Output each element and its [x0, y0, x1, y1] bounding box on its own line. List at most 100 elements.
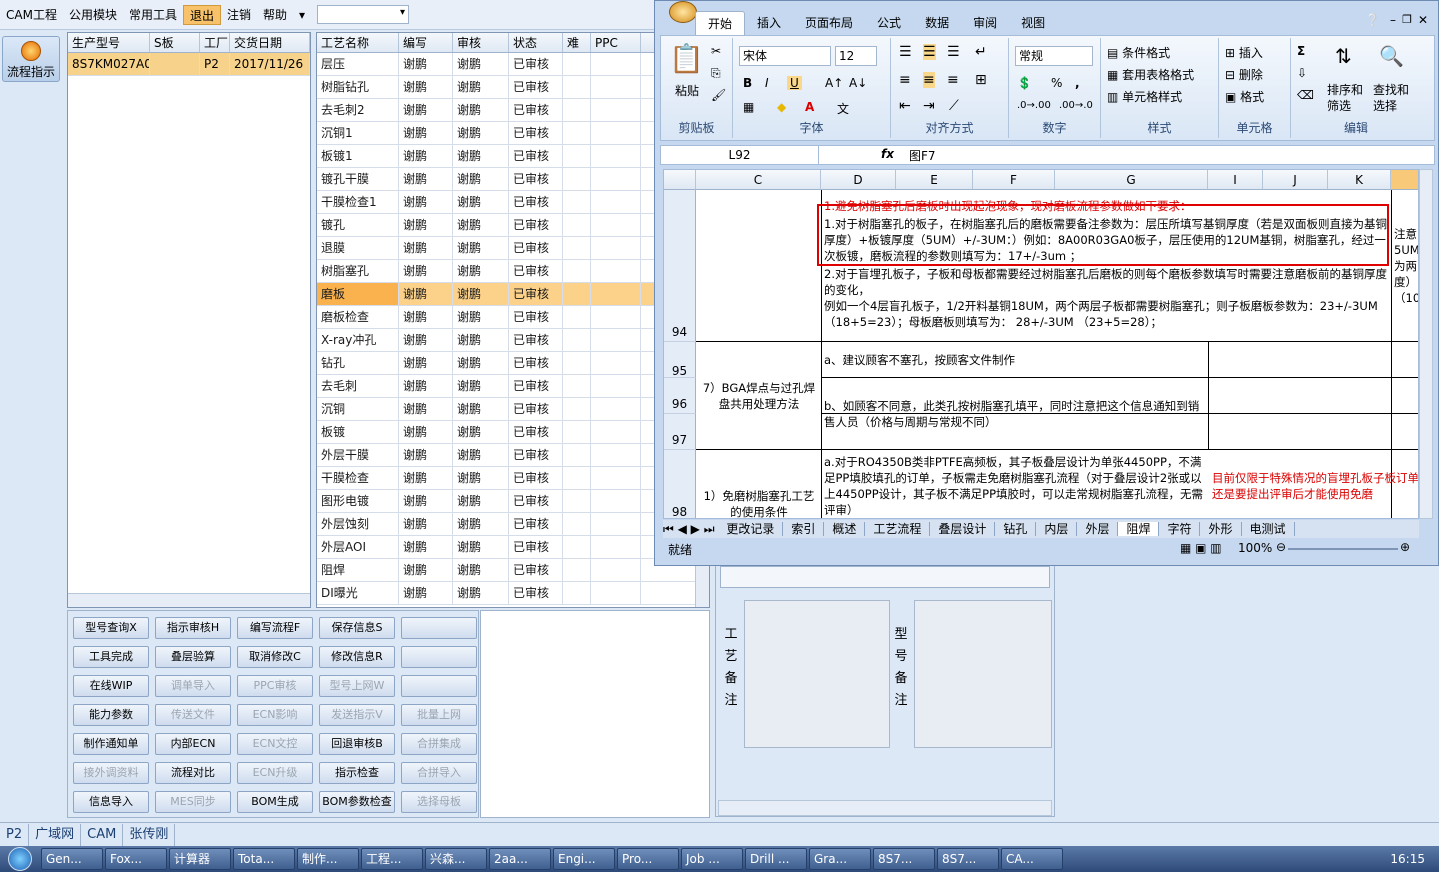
action-button-2-4[interactable] — [401, 675, 477, 697]
copy-icon[interactable]: ⎘ — [711, 66, 721, 81]
action-button-2-3[interactable]: 型号上网W — [319, 675, 395, 697]
row-header-95[interactable]: 95 — [664, 342, 696, 378]
sheet-tab-2[interactable]: 概述 — [824, 522, 866, 536]
taskbar-item-9[interactable]: Pro... — [617, 848, 679, 870]
paste-label[interactable]: 粘贴 — [675, 82, 699, 99]
process-row[interactable]: 外层AOI 谢鹏 谢鹏 已审核 — [317, 536, 709, 559]
percent-icon[interactable]: % — [1051, 76, 1062, 90]
insert-cells-button[interactable]: ⊞ 插入 — [1225, 44, 1263, 61]
action-button-5-3[interactable]: 指示检查 — [319, 762, 395, 784]
ribbon-tab-0[interactable]: 开始 — [695, 11, 746, 35]
sheet-tab-10[interactable]: 外形 — [1200, 522, 1242, 536]
action-button-5-1[interactable]: 流程对比 — [155, 762, 231, 784]
underline-icon[interactable]: U — [787, 76, 802, 90]
delete-cells-button[interactable]: ⊟ 删除 — [1225, 66, 1263, 83]
sum-icon[interactable]: Σ — [1297, 44, 1305, 58]
orientation-icon[interactable]: ⟋ — [949, 98, 959, 114]
action-button-4-4[interactable]: 合拼集成 — [401, 733, 477, 755]
process-row[interactable]: 沉铜 谢鹏 谢鹏 已审核 — [317, 398, 709, 421]
sheet-vscroll[interactable] — [1419, 169, 1433, 519]
sheet-tab-9[interactable]: 字符 — [1159, 522, 1201, 536]
process-col-header[interactable]: 编写 — [399, 33, 453, 52]
font-name-box[interactable]: 宋体 — [739, 46, 831, 66]
action-button-3-1[interactable]: 传送文件 — [155, 704, 231, 726]
process-row[interactable]: 层压 谢鹏 谢鹏 已审核 — [317, 53, 709, 76]
sort-filter-icon[interactable]: ⇅ — [1335, 44, 1352, 68]
start-button[interactable] — [0, 846, 40, 872]
process-row[interactable]: 钻孔 谢鹏 谢鹏 已审核 — [317, 352, 709, 375]
ribbon-tab-4[interactable]: 数据 — [913, 11, 961, 35]
italic-icon[interactable]: I — [765, 76, 769, 90]
taskbar-item-10[interactable]: Job ... — [681, 848, 743, 870]
process-row[interactable]: 去毛刺 谢鹏 谢鹏 已审核 — [317, 375, 709, 398]
align-left-icon[interactable]: ≡ — [899, 72, 911, 88]
action-button-1-0[interactable]: 工具完成 — [73, 646, 149, 668]
taskbar-item-12[interactable]: Gra... — [809, 848, 871, 870]
align-center-icon[interactable]: ≡ — [923, 72, 935, 88]
action-button-6-3[interactable]: BOM参数检查 — [319, 791, 395, 813]
column-header-selected[interactable] — [1391, 170, 1418, 190]
ribbon-tab-6[interactable]: 视图 — [1009, 11, 1057, 35]
action-button-0-3[interactable]: 保存信息S — [319, 617, 395, 639]
shrink-font-icon[interactable]: A↓ — [849, 76, 867, 90]
close-icon[interactable]: ✕ — [1418, 13, 1428, 27]
office-button-icon[interactable] — [669, 1, 697, 23]
indent-increase-icon[interactable]: ⇥ — [923, 98, 935, 114]
menu-item-0[interactable]: CAM工程 — [0, 5, 63, 25]
column-header-D[interactable]: D — [821, 170, 896, 190]
taskbar-item-4[interactable]: 制作... — [297, 848, 359, 870]
zoom-out-icon[interactable]: ⊖ — [1276, 540, 1286, 554]
sort-filter-label[interactable]: 排序和筛选 — [1327, 82, 1363, 114]
font-size-box[interactable]: 12 — [835, 46, 877, 66]
process-col-header[interactable]: 难 — [563, 33, 591, 52]
action-button-3-2[interactable]: ECN影响 — [237, 704, 313, 726]
action-button-0-0[interactable]: 型号查询X — [73, 617, 149, 639]
action-button-4-1[interactable]: 内部ECN — [155, 733, 231, 755]
action-button-0-1[interactable]: 指示审核H — [155, 617, 231, 639]
action-button-4-0[interactable]: 制作通知单 — [73, 733, 149, 755]
find-select-label[interactable]: 查找和选择 — [1373, 82, 1409, 114]
bottom-item-1[interactable]: 广域网 — [29, 823, 82, 846]
taskbar-item-15[interactable]: CA... — [1001, 848, 1063, 870]
product-row[interactable]: 8S7KM027A0 P2 2017/11/26 — [68, 53, 310, 76]
menu-item-2[interactable]: 常用工具 — [123, 5, 183, 25]
ribbon-tab-1[interactable]: 插入 — [745, 11, 793, 35]
bottom-item-2[interactable]: CAM — [81, 823, 124, 846]
process-row[interactable]: 镀孔干膜 谢鹏 谢鹏 已审核 — [317, 168, 709, 191]
taskbar-item-8[interactable]: Engi... — [553, 848, 615, 870]
bottom-item-3[interactable]: 张传刚 — [123, 823, 176, 846]
column-header-F[interactable]: F — [973, 170, 1055, 190]
table-format-button[interactable]: ▦ 套用表格格式 — [1107, 66, 1194, 83]
format-cells-button[interactable]: ▣ 格式 — [1225, 88, 1264, 105]
sheet-nav-icon[interactable]: ⏮ ◀ ▶ ⏭ — [663, 522, 718, 536]
row-header-98[interactable]: 98 — [664, 450, 696, 518]
taskbar-item-3[interactable]: Tota... — [233, 848, 295, 870]
help-icon[interactable]: ❔ — [1365, 13, 1380, 27]
process-row[interactable]: 外层蚀刻 谢鹏 谢鹏 已审核 — [317, 513, 709, 536]
find-select-icon[interactable]: 🔍 — [1379, 44, 1404, 68]
conditional-format-button[interactable]: ▤ 条件格式 — [1107, 44, 1170, 61]
taskbar-item-14[interactable]: 8S7... — [937, 848, 999, 870]
taskbar-item-1[interactable]: Fox... — [105, 848, 167, 870]
number-format-box[interactable]: 常规 — [1015, 46, 1093, 66]
product-col-header[interactable]: 工厂 — [200, 33, 230, 52]
process-row[interactable]: DI曝光 谢鹏 谢鹏 已审核 — [317, 582, 709, 605]
process-row[interactable]: 外层干膜 谢鹏 谢鹏 已审核 — [317, 444, 709, 467]
action-button-4-2[interactable]: ECN文控 — [237, 733, 313, 755]
row-header-97[interactable]: 97 — [664, 414, 696, 450]
flow-indicator-button[interactable]: 流程指示 — [2, 36, 60, 82]
currency-icon[interactable]: 💲 — [1017, 76, 1032, 90]
sheet-tab-1[interactable]: 索引 — [783, 522, 825, 536]
process-row[interactable]: 阻焊 谢鹏 谢鹏 已审核 — [317, 559, 709, 582]
ribbon-tab-3[interactable]: 公式 — [865, 11, 913, 35]
sheet-tab-11[interactable]: 电测试 — [1241, 522, 1295, 536]
action-button-3-3[interactable]: 发送指示V — [319, 704, 395, 726]
action-button-6-0[interactable]: 信息导入 — [73, 791, 149, 813]
process-col-header[interactable]: 审核 — [453, 33, 509, 52]
bottom-item-0[interactable]: P2 — [0, 823, 30, 846]
action-button-6-4[interactable]: 选择母板 — [401, 791, 477, 813]
process-row[interactable]: X-ray冲孔 谢鹏 谢鹏 已审核 — [317, 329, 709, 352]
action-button-3-4[interactable]: 批量上网 — [401, 704, 477, 726]
ribbon-tab-2[interactable]: 页面布局 — [793, 11, 865, 35]
sheet-tab-8[interactable]: 阻焊 — [1118, 522, 1160, 536]
